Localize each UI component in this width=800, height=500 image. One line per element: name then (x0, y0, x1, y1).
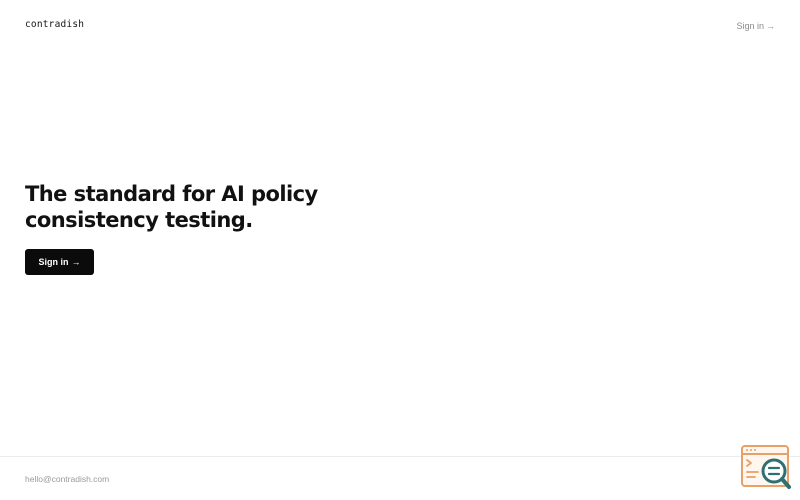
contact-email-link[interactable]: hello@contradish.com (25, 474, 109, 485)
hero-headline: The standard for AI policy consistency t… (25, 181, 345, 233)
footer: hello@contradish.com (0, 456, 800, 500)
nav-sign-in-label: Sign in (736, 21, 764, 31)
hero-headline-line-2: consistency testing. (25, 208, 253, 232)
sign-in-button[interactable]: Sign in → (25, 249, 94, 275)
arrow-right-icon: → (766, 21, 775, 31)
top-navigation: contradish Sign in → (0, 0, 800, 52)
search-console-icon (741, 445, 791, 489)
arrow-right-icon: → (71, 256, 81, 267)
landing-page: contradish Sign in → The standard for AI… (0, 0, 800, 500)
site-logo[interactable]: contradish (25, 19, 84, 31)
search-console-widget[interactable] (740, 444, 792, 490)
hero-headline-line-1: The standard for AI policy (25, 182, 318, 206)
nav-sign-in-link[interactable]: Sign in → (736, 20, 775, 32)
hero-section: The standard for AI policy consistency t… (25, 181, 345, 275)
sign-in-button-label: Sign in (38, 257, 69, 267)
